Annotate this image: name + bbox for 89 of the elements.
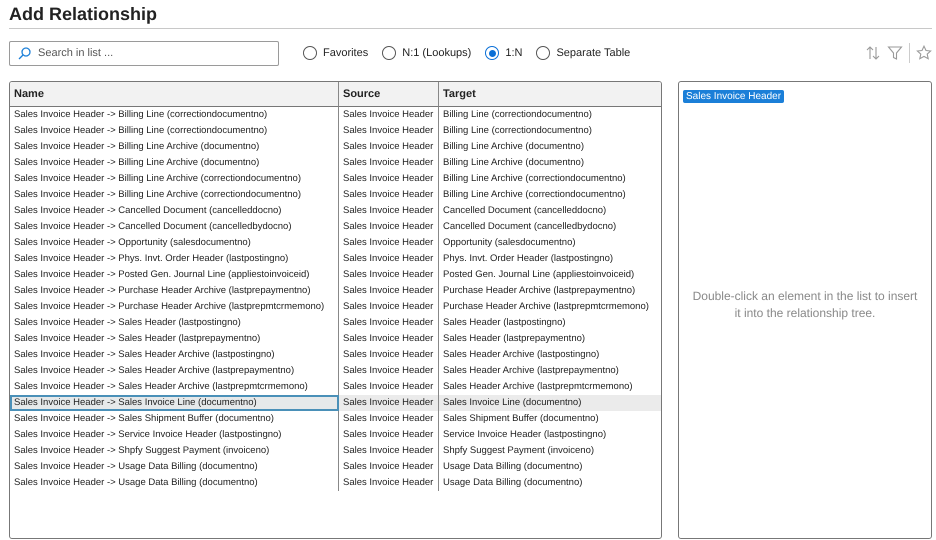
table-cell[interactable]: Sales Invoice Header (339, 187, 439, 203)
table-cell[interactable]: Sales Invoice Header (339, 459, 439, 475)
table-cell[interactable]: Sales Invoice Header (339, 299, 439, 315)
table-cell[interactable]: Sales Invoice Header (339, 347, 439, 363)
filter-icon[interactable] (887, 45, 903, 61)
table-cell[interactable]: Sales Invoice Header (339, 363, 439, 379)
table-cell[interactable]: Usage Data Billing (documentno) (439, 459, 661, 475)
table-cell[interactable]: Phys. Invt. Order Header (lastpostingno) (439, 251, 661, 267)
table-cell[interactable]: Sales Invoice Header -> Posted Gen. Journal Line (appliestoinvoiceid) (10, 267, 339, 283)
radio-label: Separate Table (556, 47, 630, 59)
table-cell[interactable]: Sales Header (lastprepaymentno) (439, 331, 661, 347)
table-cell[interactable]: Sales Invoice Header (339, 171, 439, 187)
table-cell[interactable]: Sales Invoice Header -> Service Invoice Header (lastpostingno) (10, 427, 339, 443)
table-cell[interactable]: Usage Data Billing (documentno) (439, 475, 661, 491)
table-cell[interactable]: Sales Invoice Header -> Usage Data Billing (documentno) (10, 459, 339, 475)
table-cell[interactable]: Sales Invoice Header (339, 267, 439, 283)
table-cell[interactable]: Sales Invoice Header (339, 395, 439, 411)
table-cell[interactable]: Sales Invoice Header -> Sales Header (lastpostingno) (10, 315, 339, 331)
table-cell[interactable]: Sales Invoice Header (339, 331, 439, 347)
table-cell[interactable]: Sales Header Archive (lastpostingno) (439, 347, 661, 363)
table-cell[interactable]: Sales Invoice Header -> Cancelled Document (cancelleddocno) (10, 203, 339, 219)
table-cell[interactable]: Sales Invoice Header -> Sales Header Archive (lastpostingno) (10, 347, 339, 363)
table-cell[interactable]: Purchase Header Archive (lastprepmtcrmemono) (439, 299, 661, 315)
table-cell[interactable]: Sales Invoice Header -> Sales Invoice Line (documentno) (10, 395, 339, 411)
table-cell[interactable]: Sales Invoice Header -> Sales Header Archive (lastprepaymentno) (10, 363, 339, 379)
tree-node[interactable]: Sales Invoice Header (683, 90, 784, 103)
table-cell[interactable]: Sales Invoice Header -> Purchase Header Archive (lastprepmtcrmemono) (10, 299, 339, 315)
table-cell[interactable]: Sales Invoice Header (339, 251, 439, 267)
table-cell[interactable]: Billing Line (correctiondocumentno) (439, 107, 661, 123)
column-header[interactable]: Name (10, 82, 339, 107)
table-cell[interactable]: Sales Header (lastpostingno) (439, 315, 661, 331)
table-cell[interactable]: Shpfy Suggest Payment (invoiceno) (439, 443, 661, 459)
table-cell[interactable]: Sales Invoice Header (339, 235, 439, 251)
table-cell[interactable]: Sales Invoice Header -> Sales Shipment Buffer (documentno) (10, 411, 339, 427)
table-cell[interactable]: Sales Shipment Buffer (documentno) (439, 411, 661, 427)
table-cell[interactable]: Sales Invoice Header (339, 283, 439, 299)
table-cell[interactable]: Sales Invoice Header (339, 411, 439, 427)
search-field[interactable]: Search in list ... (9, 40, 279, 66)
table-cell[interactable]: Sales Invoice Header (339, 155, 439, 171)
radio-label: N:1 (Lookups) (402, 47, 472, 59)
table-cell[interactable]: Service Invoice Header (lastpostingno) (439, 427, 661, 443)
table-cell[interactable]: Purchase Header Archive (lastprepaymentno) (439, 283, 661, 299)
table-cell[interactable]: Billing Line Archive (correctiondocumentno) (439, 187, 661, 203)
table-cell[interactable]: Sales Invoice Header (339, 203, 439, 219)
table-cell[interactable]: Sales Invoice Header (339, 427, 439, 443)
table-cell[interactable]: Sales Invoice Header -> Billing Line Archive (documentno) (10, 139, 339, 155)
search-icon (18, 46, 31, 60)
table-cell[interactable]: Sales Invoice Header -> Billing Line (correctiondocumentno) (10, 123, 339, 139)
radio-label: 1:N (505, 47, 522, 59)
filter-radio[interactable]: Separate Table (536, 46, 630, 60)
table-cell[interactable]: Sales Invoice Header -> Billing Line (correctiondocumentno) (10, 107, 339, 123)
table-cell[interactable]: Billing Line Archive (correctiondocumentno) (439, 171, 661, 187)
table-cell[interactable]: Sales Invoice Header (339, 475, 439, 491)
table-cell[interactable]: Cancelled Document (cancelledbydocno) (439, 219, 661, 235)
star-icon[interactable] (916, 45, 932, 61)
table-cell[interactable]: Opportunity (salesdocumentno) (439, 235, 661, 251)
empty-hint: Double-click an element in the list to insert it into the relationship tree. (692, 288, 918, 322)
column-header[interactable]: Source (339, 82, 439, 107)
table-cell[interactable]: Billing Line (correctiondocumentno) (439, 123, 661, 139)
table-cell[interactable]: Sales Invoice Header -> Billing Line Archive (correctiondocumentno) (10, 171, 339, 187)
column-header[interactable]: Target (439, 82, 661, 107)
table-cell[interactable]: Sales Invoice Header -> Usage Data Billing (documentno) (10, 475, 339, 491)
table-cell[interactable]: Sales Header Archive (lastprepaymentno) (439, 363, 661, 379)
filter-radio[interactable]: N:1 (Lookups) (382, 46, 472, 60)
table-cell[interactable]: Sales Invoice Header (339, 139, 439, 155)
table-cell[interactable]: Sales Invoice Header -> Cancelled Document (cancelledbydocno) (10, 219, 339, 235)
table-cell[interactable]: Sales Invoice Line (documentno) (439, 395, 661, 411)
table-cell[interactable]: Sales Invoice Header (339, 315, 439, 331)
table-cell[interactable]: Sales Invoice Header (339, 107, 439, 123)
table-cell[interactable]: Sales Invoice Header (339, 219, 439, 235)
filter-radio[interactable]: 1:N (485, 46, 522, 60)
radio-label: Favorites (323, 47, 368, 59)
table-cell[interactable]: Cancelled Document (cancelleddocno) (439, 203, 661, 219)
table-cell[interactable]: Sales Invoice Header -> Sales Header (lastprepaymentno) (10, 331, 339, 347)
table-cell[interactable]: Posted Gen. Journal Line (appliestoinvoiceid) (439, 267, 661, 283)
sort-icon[interactable] (865, 45, 881, 61)
dialog-title: Add Relationship (8, 3, 158, 26)
table-cell[interactable]: Sales Invoice Header -> Purchase Header Archive (lastprepaymentno) (10, 283, 339, 299)
table-cell[interactable]: Sales Invoice Header (339, 123, 439, 139)
table-cell[interactable]: Sales Invoice Header -> Billing Line Archive (documentno) (10, 155, 339, 171)
table-cell[interactable]: Sales Invoice Header -> Billing Line Archive (correctiondocumentno) (10, 187, 339, 203)
table-cell[interactable]: Sales Invoice Header -> Shpfy Suggest Payment (invoiceno) (10, 443, 339, 459)
table-cell[interactable]: Billing Line Archive (documentno) (439, 155, 661, 171)
table-cell[interactable]: Billing Line Archive (documentno) (439, 139, 661, 155)
table-cell[interactable]: Sales Header Archive (lastprepmtcrmemono) (439, 379, 661, 395)
filter-radio[interactable]: Favorites (303, 46, 368, 60)
table-cell[interactable]: Sales Invoice Header -> Opportunity (salesdocumentno) (10, 235, 339, 251)
table-cell[interactable]: Sales Invoice Header -> Phys. Invt. Order Header (lastpostingno) (10, 251, 339, 267)
table-cell[interactable]: Sales Invoice Header (339, 443, 439, 459)
